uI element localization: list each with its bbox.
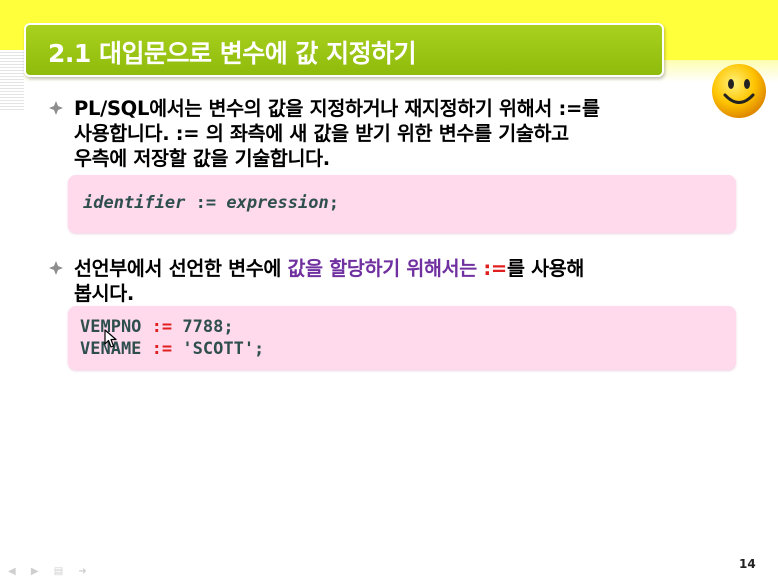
example-value-scott: 'SCOTT'; [182, 339, 265, 359]
bullet2-line2: 봅시다. [74, 282, 135, 305]
diamond-bullet-icon [49, 261, 63, 275]
bullet2-highlight: 값을 할당하기 위해서는 [287, 257, 484, 280]
left-decorative-lines [0, 50, 24, 110]
bullet2-part2: 를 사용해 [506, 257, 584, 280]
bullet1-text: PL/SQL에서는 변수의 값을 지정하거나 재지정하기 위해서 :=를 사용합… [74, 96, 600, 171]
bullet2-operator: := [483, 257, 507, 280]
diamond-bullet-icon [49, 101, 63, 115]
bullet1-line2: 사용합니다. := 의 좌측에 새 값을 받기 위한 변수를 기술하고 [74, 122, 569, 145]
example-operator: := [151, 339, 173, 359]
syntax-expression: expression [226, 193, 329, 213]
smiley-face-icon [712, 64, 766, 118]
syntax-terminator: ; [328, 193, 339, 213]
title-bar: 2.1 대입문으로 변수에 값 지정하기 [24, 23, 664, 77]
slide-title: 2.1 대입문으로 변수에 값 지정하기 [48, 39, 417, 68]
syntax-box: identifier := expression; [68, 175, 736, 233]
bullet2-text: 선언부에서 선언한 변수에 값을 할당하기 위해서는 :=를 사용해 봅시다. [74, 256, 584, 306]
example-code-box: VEMPNO := 7788; VENAME := 'SCOTT'; [68, 306, 736, 370]
slide-nav-icons[interactable]: ◀ ▶ ▤ ➜ [8, 566, 93, 577]
bullet1-line3: 우측에 저장할 값을 기술합니다. [74, 147, 330, 170]
example-value-7788: 7788; [182, 317, 234, 337]
syntax-operator: := [195, 193, 217, 213]
page-number: 14 [739, 557, 756, 571]
bullet2-part1: 선언부에서 선언한 변수에 [74, 257, 288, 280]
mouse-cursor-icon [104, 329, 117, 348]
bullet1-line1: PL/SQL에서는 변수의 값을 지정하거나 재지정하기 위해서 :=를 [74, 97, 600, 120]
syntax-identifier: identifier [83, 193, 186, 213]
example-operator: := [151, 317, 173, 337]
